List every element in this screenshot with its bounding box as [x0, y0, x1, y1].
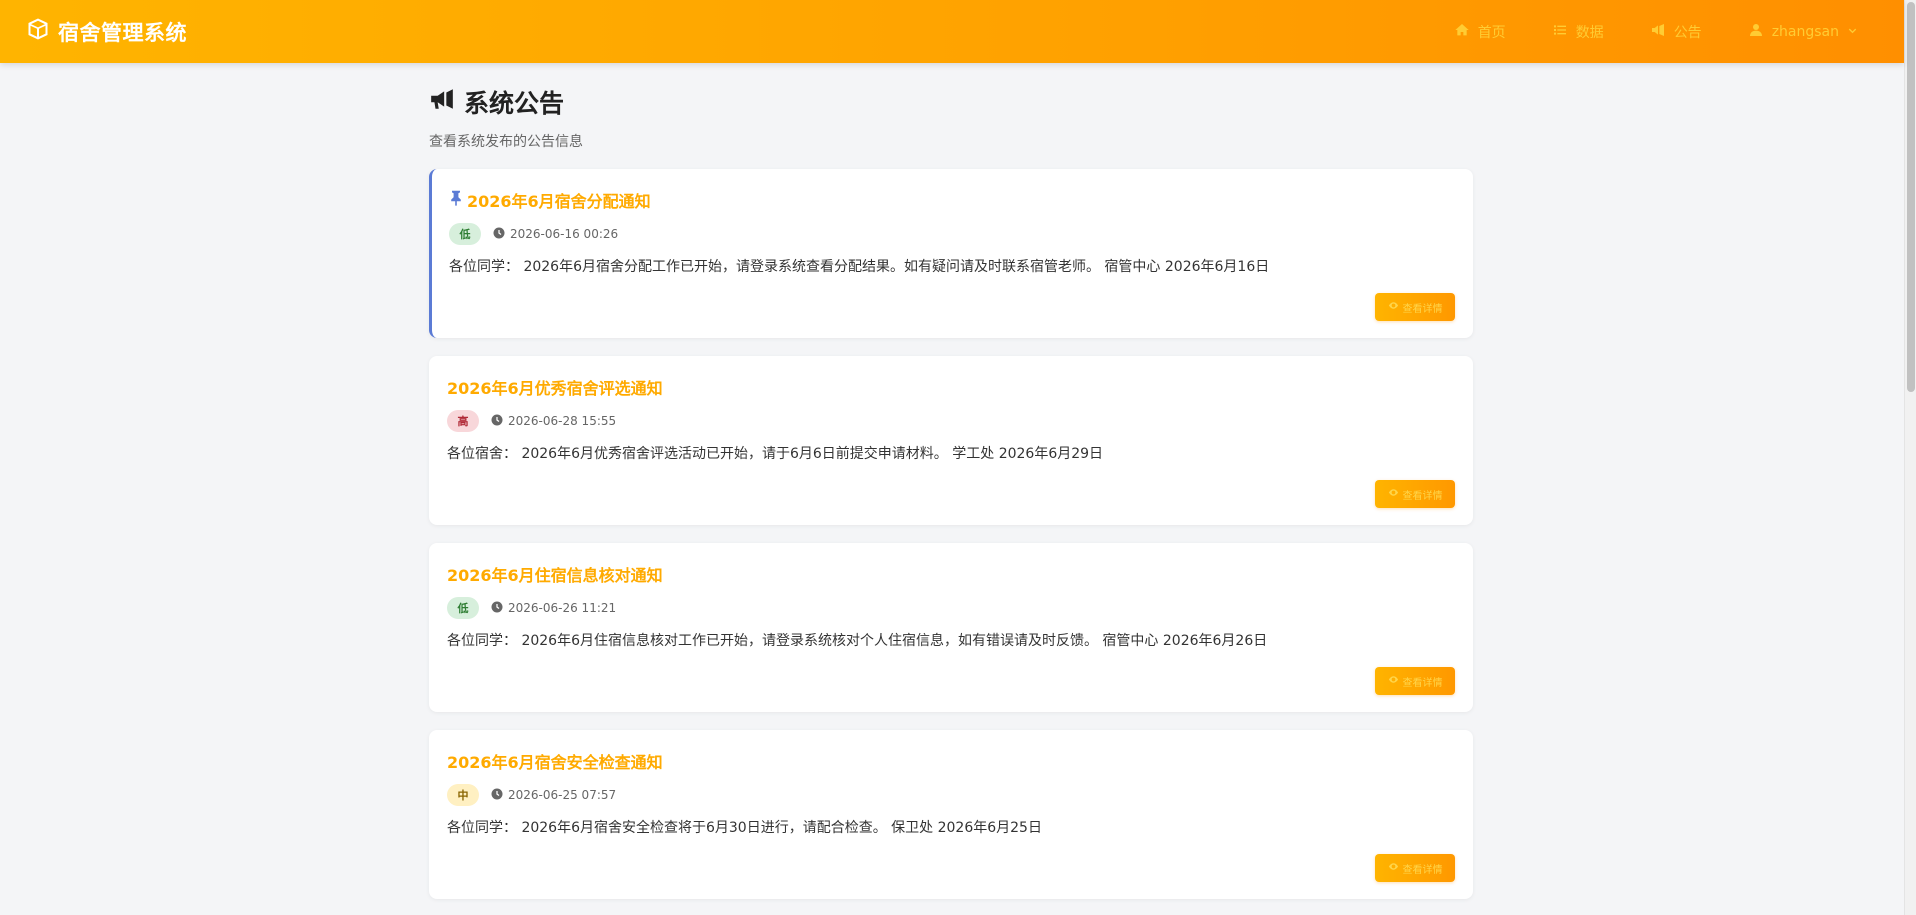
top-navbar: 宿舍管理系统 首页 数据 公告 zhangsan	[0, 0, 1904, 63]
scrollbar-thumb[interactable]	[1907, 2, 1915, 392]
announcement-title[interactable]: 2026年6月优秀宿舍评选通知	[447, 376, 1455, 398]
username: zhangsan	[1771, 23, 1839, 40]
page-scrollbar[interactable]	[1904, 0, 1916, 915]
priority-badge: 低	[449, 223, 481, 245]
main-content: 系统公告 查看系统发布的公告信息 2026年6月宿舍分配通知 低 2026-06…	[429, 63, 1473, 899]
list-icon	[1552, 22, 1568, 42]
eye-icon	[1388, 861, 1399, 875]
view-detail-button[interactable]: 查看详情	[1375, 854, 1455, 882]
announcement-content: 各位同学： 2026年6月宿舍安全检查将于6月30日进行，请配合检查。 保卫处 …	[447, 820, 1042, 836]
priority-badge: 低	[447, 597, 479, 619]
announcement-time-text: 2026-06-16 00:26	[510, 227, 619, 241]
announcement-content: 各位同学： 2026年6月宿舍分配工作已开始，请登录系统查看分配结果。如有疑问请…	[449, 259, 1270, 275]
view-detail-button[interactable]: 查看详情	[1375, 480, 1455, 508]
announcement-meta: 低 2026-06-16 00:26	[449, 223, 1455, 245]
page-title-text: 系统公告	[464, 89, 565, 118]
announcement-title[interactable]: 2026年6月住宿信息核对通知	[447, 563, 1455, 585]
view-detail-button[interactable]: 查看详情	[1375, 293, 1455, 321]
announcement-time: 2026-06-16 00:26	[493, 227, 618, 242]
view-detail-button[interactable]: 查看详情	[1375, 667, 1455, 695]
eye-icon	[1388, 674, 1399, 688]
announcement-title-text: 2026年6月住宿信息核对通知	[447, 566, 663, 585]
nav-links: 首页 数据 公告 zhangsan	[1454, 0, 1858, 63]
announcement-meta: 高 2026-06-28 15:55	[447, 410, 1455, 432]
announcement-title[interactable]: 2026年6月宿舍安全检查通知	[447, 750, 1455, 772]
announcement-time: 2026-06-25 07:57	[491, 788, 616, 803]
chevron-down-icon	[1847, 24, 1858, 40]
announcement-time: 2026-06-28 15:55	[491, 414, 616, 429]
nav-announcements-label: 公告	[1673, 24, 1702, 41]
announcement-card: 2026年6月优秀宿舍评选通知 高 2026-06-28 15:55 各位宿舍：…	[429, 356, 1473, 525]
brand[interactable]: 宿舍管理系统	[26, 0, 187, 63]
announcement-meta: 中 2026-06-25 07:57	[447, 784, 1455, 806]
announcement-title[interactable]: 2026年6月宿舍分配通知	[449, 189, 1455, 211]
view-detail-label: 查看详情	[1402, 864, 1443, 876]
announcement-time-text: 2026-06-25 07:57	[508, 788, 617, 802]
view-detail-label: 查看详情	[1402, 490, 1443, 502]
nav-announcements[interactable]: 公告	[1650, 22, 1702, 42]
megaphone-icon	[1650, 22, 1666, 42]
announcement-card: 2026年6月宿舍安全检查通知 中 2026-06-25 07:57 各位同学：…	[429, 730, 1473, 899]
brand-name: 宿舍管理系统	[58, 20, 187, 45]
clock-icon	[491, 414, 503, 429]
home-icon	[1454, 22, 1470, 42]
user-icon	[1748, 22, 1764, 42]
announcement-meta: 低 2026-06-26 11:21	[447, 597, 1455, 619]
announcement-card: 2026年6月宿舍分配通知 低 2026-06-16 00:26 各位同学： 2…	[429, 169, 1473, 338]
announcement-title-text: 2026年6月优秀宿舍评选通知	[447, 379, 663, 398]
announcement-time-text: 2026-06-28 15:55	[508, 414, 617, 428]
user-menu[interactable]: zhangsan	[1748, 22, 1858, 42]
eye-icon	[1388, 487, 1399, 501]
announcement-time: 2026-06-26 11:21	[491, 601, 616, 616]
announcement-time-text: 2026-06-26 11:21	[508, 601, 617, 615]
announcement-content: 各位宿舍： 2026年6月优秀宿舍评选活动已开始，请于6月6日前提交申请材料。 …	[447, 446, 1104, 462]
page-subtitle: 查看系统发布的公告信息	[429, 134, 583, 150]
megaphone-icon	[429, 86, 455, 118]
view-detail-label: 查看详情	[1402, 303, 1443, 315]
nav-home[interactable]: 首页	[1454, 22, 1506, 42]
announcement-content: 各位同学： 2026年6月住宿信息核对工作已开始，请登录系统核对个人住宿信息，如…	[447, 633, 1268, 649]
view-detail-label: 查看详情	[1402, 677, 1443, 689]
clock-icon	[491, 601, 503, 616]
priority-badge: 高	[447, 410, 479, 432]
nav-data[interactable]: 数据	[1552, 22, 1604, 42]
priority-badge: 中	[447, 784, 479, 806]
announcement-title-text: 2026年6月宿舍安全检查通知	[447, 753, 663, 772]
announcement-card: 2026年6月住宿信息核对通知 低 2026-06-26 11:21 各位同学：…	[429, 543, 1473, 712]
eye-icon	[1388, 300, 1399, 314]
nav-data-label: 数据	[1575, 24, 1604, 41]
pin-icon	[449, 190, 463, 210]
clock-icon	[491, 788, 503, 803]
nav-home-label: 首页	[1477, 24, 1506, 41]
announcement-title-text: 2026年6月宿舍分配通知	[467, 192, 651, 211]
clock-icon	[493, 227, 505, 242]
page-title: 系统公告	[429, 86, 1473, 118]
cube-icon	[26, 17, 50, 46]
